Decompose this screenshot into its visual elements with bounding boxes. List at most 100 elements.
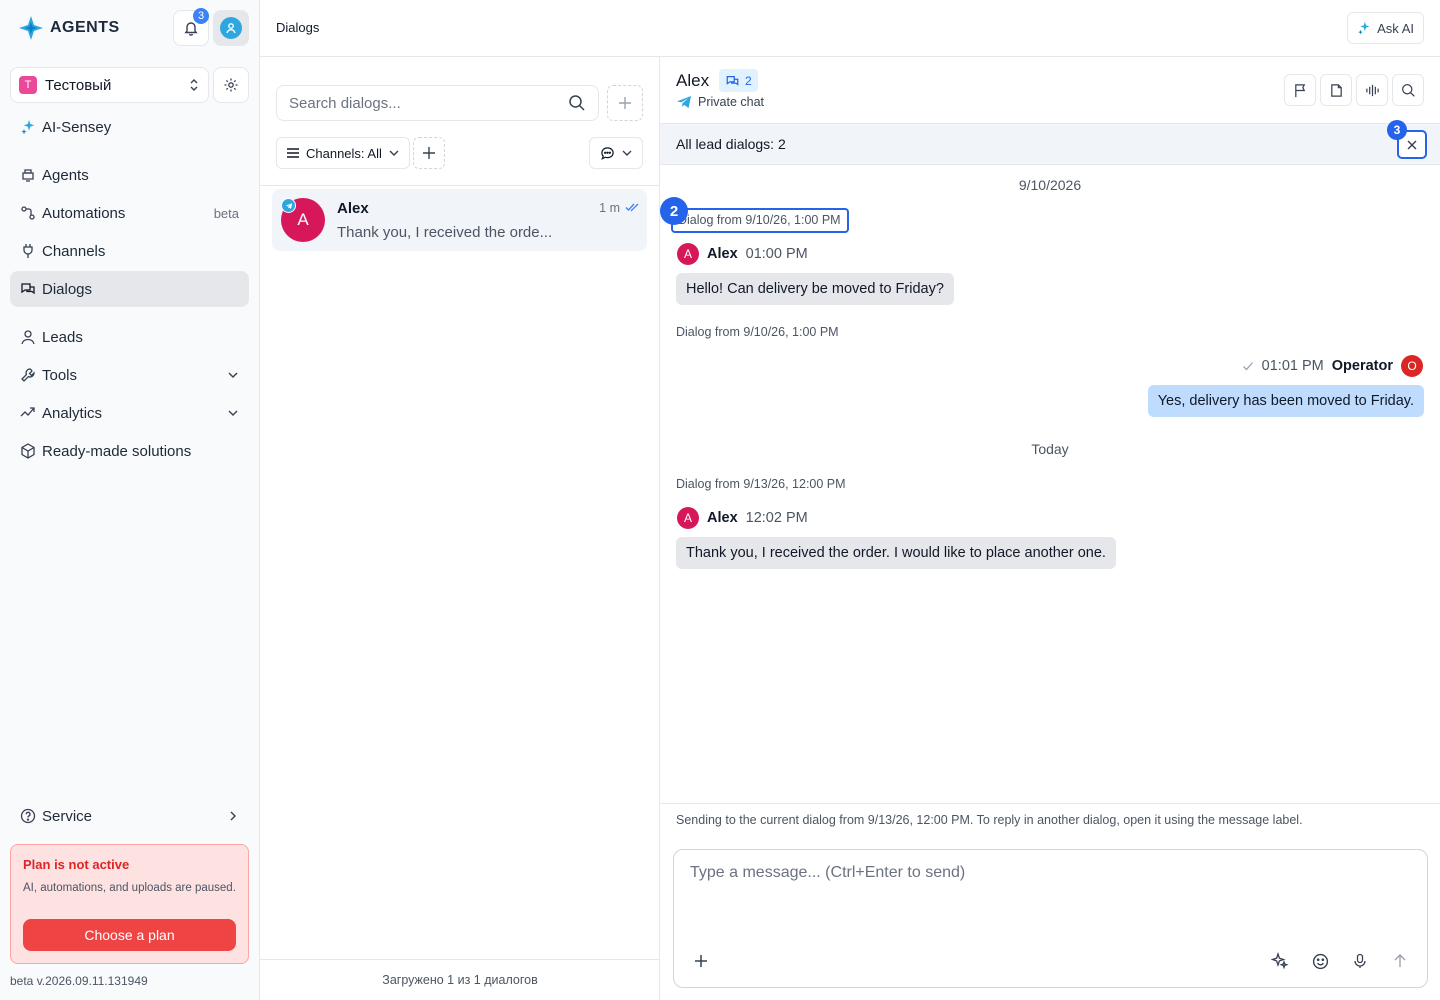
dialogs-count-badge[interactable]: 2: [719, 69, 758, 92]
workspace-settings-button[interactable]: [213, 67, 249, 103]
sidebar: AGENTS 3 Т Тестовый AI-Sensey Agents Aut…: [0, 0, 260, 1000]
sidebar-item-label: AI-Sensey: [42, 118, 112, 136]
message-bubble-outgoing: Yes, delivery has been moved to Friday.: [1147, 385, 1424, 417]
flag-button[interactable]: [1284, 74, 1316, 106]
divider: [260, 185, 660, 186]
sender-avatar: A: [677, 243, 699, 265]
sidebar-item-ai-sensey[interactable]: AI-Sensey: [10, 109, 249, 145]
ask-ai-label: Ask AI: [1377, 20, 1414, 36]
date-separator: Today: [1031, 441, 1069, 457]
dialog-label[interactable]: Dialog from 9/10/26, 1:00 PM: [671, 208, 849, 233]
ask-ai-button[interactable]: Ask AI: [1347, 12, 1424, 44]
message-circle-icon: [600, 146, 615, 161]
chat-type-label: Private chat: [698, 95, 765, 109]
add-filter-button[interactable]: [413, 137, 445, 169]
message-sender: 01:01 PM Operator O: [1242, 355, 1423, 377]
profile-button[interactable]: [213, 10, 249, 46]
voice-message-button[interactable]: [1346, 949, 1374, 973]
smile-icon: [1312, 953, 1329, 970]
plus-icon: [694, 954, 708, 968]
chat-icon: [725, 74, 740, 88]
chevron-updown-icon: [188, 78, 200, 92]
dialog-preview: Thank you, I received the orde...: [337, 224, 553, 241]
dialogs-count: 2: [745, 73, 752, 88]
sidebar-item-ready-made-solutions[interactable]: Ready-made solutions: [10, 433, 249, 469]
message-time: 12:02 PM: [745, 510, 808, 526]
sidebar-item-label: Service: [42, 807, 93, 825]
send-button[interactable]: [1386, 949, 1414, 973]
dialog-label[interactable]: Dialog from 9/10/26, 1:00 PM: [676, 325, 839, 339]
arrow-up-icon: [1393, 954, 1407, 968]
wrench-icon: [20, 367, 36, 383]
dialog-list-footer: Загружено 1 из 1 диалогов: [260, 959, 660, 1000]
search-icon[interactable]: [568, 94, 586, 112]
sidebar-item-automations[interactable]: Automations beta: [10, 195, 249, 231]
microphone-icon: [1352, 953, 1368, 969]
channels-filter-label: Channels: All: [306, 145, 382, 161]
message-sender: A Alex 01:00 PM: [677, 243, 808, 265]
ai-assist-button[interactable]: [1266, 949, 1294, 973]
chat-panel: Alex 2 Private chat All lead dialogs: 2 …: [660, 57, 1440, 1000]
sidebar-item-label: Dialogs: [42, 280, 93, 298]
dialog-time: 1 m: [599, 201, 620, 215]
sidebar-item-label: Tools: [42, 366, 78, 384]
notes-button[interactable]: [1320, 74, 1352, 106]
logo-icon: [18, 15, 44, 41]
app-version: beta v.2026.09.11.131949: [10, 974, 148, 988]
notifications-badge: 3: [193, 8, 209, 24]
sender-avatar: O: [1401, 355, 1423, 377]
sidebar-item-agents[interactable]: Agents: [10, 157, 249, 193]
emoji-button[interactable]: [1306, 949, 1334, 973]
notifications-button[interactable]: 3: [173, 8, 209, 46]
sparkle-icon: [20, 119, 36, 135]
voice-button[interactable]: [1356, 74, 1388, 106]
step-marker: 3: [1387, 120, 1407, 140]
channels-filter[interactable]: Channels: All: [276, 137, 410, 169]
search-messages-button[interactable]: [1392, 74, 1424, 106]
attach-button[interactable]: [687, 949, 715, 973]
search-box[interactable]: [276, 85, 599, 121]
sidebar-item-service[interactable]: Service: [10, 798, 249, 834]
message-input[interactable]: [690, 864, 1410, 924]
logo-text: AGENTS: [50, 19, 120, 36]
chat-contact-name[interactable]: Alex: [676, 71, 709, 91]
message-time: 01:01 PM: [1261, 358, 1324, 374]
message-time: 01:00 PM: [745, 246, 808, 262]
chat-icon: [20, 281, 36, 297]
flag-icon: [1293, 83, 1308, 98]
new-dialog-button[interactable]: [607, 85, 643, 121]
sidebar-item-analytics[interactable]: Analytics: [10, 395, 249, 431]
sidebar-item-tools[interactable]: Tools: [10, 357, 249, 393]
dialog-view-selector[interactable]: [589, 137, 643, 169]
chevron-down-icon: [227, 369, 239, 381]
check-icon: [1242, 360, 1254, 372]
plan-alert-description: AI, automations, and uploads are paused.: [23, 882, 236, 894]
beta-tag: beta: [213, 205, 239, 221]
sidebar-item-label: Channels: [42, 242, 106, 260]
file-icon: [1329, 83, 1344, 98]
choose-plan-button[interactable]: Choose a plan: [23, 919, 236, 951]
sender-name: Alex: [707, 246, 738, 262]
workspace-selector[interactable]: Т Тестовый: [10, 67, 209, 103]
dialog-list-item[interactable]: A Alex 1 m Thank you, I received the ord…: [272, 189, 647, 251]
sidebar-item-label: Leads: [42, 328, 83, 346]
sidebar-item-leads[interactable]: Leads: [10, 319, 249, 355]
plan-alert-title: Plan is not active: [23, 857, 130, 872]
sender-avatar: A: [677, 507, 699, 529]
sidebar-item-label: Automations: [42, 204, 126, 222]
dialog-label[interactable]: Dialog from 9/13/26, 12:00 PM: [676, 477, 846, 491]
workspace-name: Тестовый: [45, 76, 112, 94]
sidebar-item-label: Analytics: [42, 404, 103, 422]
app-logo[interactable]: AGENTS: [18, 15, 120, 41]
sidebar-item-channels[interactable]: Channels: [10, 233, 249, 269]
sidebar-item-label: Ready-made solutions: [42, 442, 192, 460]
search-input[interactable]: [289, 94, 568, 112]
sidebar-item-dialogs[interactable]: Dialogs: [10, 271, 249, 307]
sparkles-icon: [1271, 952, 1289, 970]
dialog-list-panel: Channels: All A Alex 1 m Thank you, I re…: [260, 57, 660, 1000]
message-bubble-incoming: Thank you, I received the order. I would…: [676, 537, 1116, 569]
lead-dialogs-bar: All lead dialogs: 2: [660, 124, 1440, 165]
audio-wave-icon: [1365, 83, 1380, 98]
box-icon: [20, 443, 36, 459]
plus-icon: [618, 96, 632, 110]
